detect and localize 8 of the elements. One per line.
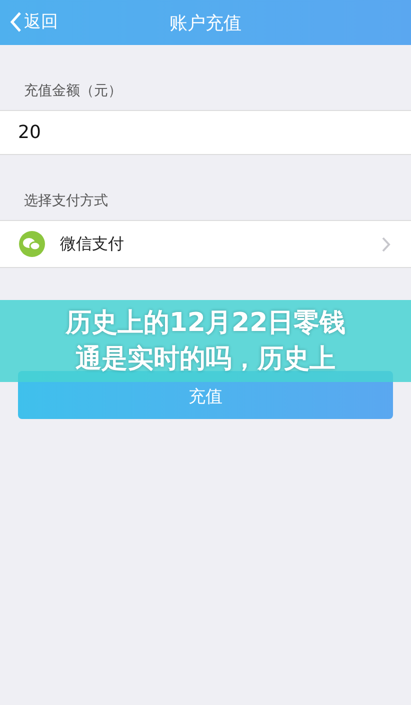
amount-field[interactable]: 20 (0, 110, 411, 155)
chat-bubbles-icon (18, 230, 46, 258)
payment-option[interactable]: 微信支付 (0, 220, 411, 268)
payment-label: 选择支付方式 (23, 192, 109, 210)
back-icon (10, 10, 22, 32)
chevron-right-icon (382, 236, 391, 252)
amount-label: 充值金额（元） (23, 82, 123, 100)
screen-title: 账户充值 (170, 12, 242, 34)
